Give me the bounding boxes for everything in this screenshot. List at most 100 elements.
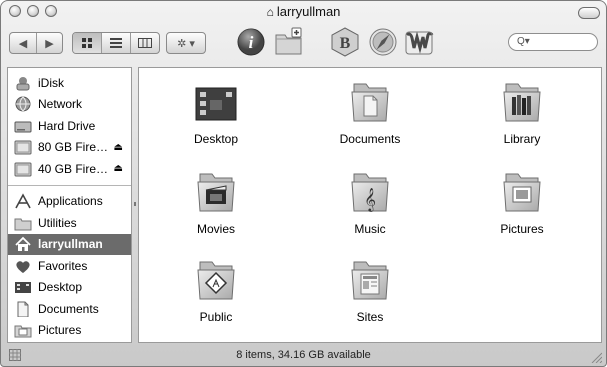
sidebar-item-label: Network (38, 97, 83, 111)
sidebar-item-label: Utilities (38, 215, 77, 230)
sidebar-item-label: Applications (38, 194, 103, 208)
svg-text:i: i (249, 33, 254, 52)
forward-button[interactable]: ▶ (37, 33, 62, 53)
new-folder-icon[interactable] (273, 26, 305, 58)
sites-folder-icon (351, 261, 389, 300)
safari-icon[interactable] (367, 26, 399, 58)
public-folder-icon (197, 261, 235, 300)
icon-view-button[interactable] (73, 33, 102, 53)
sidebar-item-80-gb-fire[interactable]: 80 GB Fire… ⏏ (8, 137, 131, 158)
sidebar-item-label: Hard Drive (38, 118, 96, 133)
folder-music[interactable]: 𝄞 Music (315, 170, 425, 236)
icon-view-icon (82, 38, 92, 48)
sidebar-item-favorites[interactable]: Favorites (8, 255, 131, 276)
eject-icon[interactable]: ⏏ (114, 142, 123, 153)
folder-label: Pictures (500, 222, 544, 236)
list-view-icon (110, 38, 122, 48)
resize-grip-icon[interactable] (590, 351, 602, 363)
pictures-icon (14, 325, 32, 338)
folder-desktop[interactable]: Desktop (161, 80, 271, 146)
bbedit-icon[interactable]: B (329, 26, 361, 58)
gear-icon: ✲ ▾ (177, 37, 195, 50)
folder-label: Music (354, 222, 386, 236)
sidebar-item-label: larryullman (38, 237, 103, 251)
folder-label: Movies (196, 222, 235, 236)
sidebar-item-applications[interactable]: Applications (8, 191, 131, 212)
firewire-drive-icon (14, 140, 32, 155)
view-mode-control (72, 32, 160, 54)
home-icon: ⌂ (266, 5, 274, 19)
sidebar-item-label: iDisk (38, 75, 64, 90)
sidebar-item-documents[interactable]: Documents (8, 298, 131, 319)
heart-icon (16, 260, 30, 273)
search-field[interactable]: Q▾ (508, 33, 598, 51)
splitter-handle[interactable] (134, 202, 136, 206)
sidebar-item-larryullman[interactable]: larryullman (8, 233, 131, 255)
applications-icon (15, 193, 31, 209)
window-title: ⌂ larryullman (1, 4, 606, 19)
folder-label: Public (199, 310, 233, 324)
sidebar-item-label: 40 GB Fire… (38, 161, 109, 176)
folder-label: Documents (339, 132, 401, 146)
toolbar: ◀ ▶ ✲ ▾ i B Q▾ (1, 23, 606, 63)
sidebar-item-network[interactable]: Network (8, 94, 131, 115)
folder-pictures[interactable]: Pictures (467, 170, 577, 236)
sidebar-item-label: Desktop (38, 280, 83, 294)
sidebar-item-pictures[interactable]: Pictures (8, 320, 131, 341)
documents-icon (17, 301, 29, 317)
svg-text:𝄞: 𝄞 (364, 187, 376, 212)
icon-view-area: Desktop Documents Library Movies 𝄞 Music Pictu… (138, 67, 602, 343)
window-title-text: larryullman (276, 4, 341, 19)
status-bar: 8 items, 34.16 GB available (1, 344, 606, 366)
sidebar-item-label: 80 GB Fire… (38, 140, 109, 154)
sidebar-divider (8, 184, 131, 186)
folder-library[interactable]: Library (467, 80, 577, 146)
toolbar-toggle-button[interactable] (578, 7, 600, 19)
folder-documents[interactable]: Documents (315, 80, 425, 146)
column-view-icon (138, 38, 152, 48)
eject-icon[interactable]: ⏏ (114, 163, 123, 174)
get-info-icon[interactable]: i (235, 26, 267, 58)
back-forward-control: ◀ ▶ (9, 32, 63, 54)
folder-label: Library (503, 132, 541, 146)
firewire-drive-icon (14, 162, 32, 176)
back-arrow-icon: ◀ (18, 37, 28, 50)
folder-sites[interactable]: Sites (315, 258, 425, 324)
column-view-button[interactable] (131, 33, 159, 53)
word-icon[interactable] (403, 26, 435, 58)
search-icon: Q▾ (517, 36, 530, 47)
sidebar-item-utilities[interactable]: Utilities (8, 212, 131, 233)
desktop-folder-icon (195, 87, 237, 121)
hard-drive-icon (14, 121, 32, 132)
sidebar-item-label: Documents (38, 301, 99, 316)
documents-folder-icon (351, 83, 389, 122)
pictures-folder-icon (503, 173, 541, 212)
sidebar: iDisk Network Hard Drive 80 GB Fire… ⏏ 40 GB … (7, 67, 132, 343)
sidebar-item-label: Favorites (38, 258, 88, 273)
sidebar-item-hard-drive[interactable]: Hard Drive (8, 115, 131, 136)
desktop-icon (15, 282, 31, 293)
list-view-button[interactable] (102, 33, 131, 53)
folder-icon (14, 218, 32, 230)
back-button[interactable]: ◀ (10, 33, 37, 53)
folder-movies[interactable]: Movies (161, 170, 271, 236)
svg-text:B: B (340, 35, 351, 52)
library-folder-icon (503, 83, 541, 122)
title-bar: ⌂ larryullman (1, 1, 606, 23)
status-text: 8 items, 34.16 GB available (236, 349, 371, 361)
home-icon (15, 236, 31, 251)
folder-label: Sites (356, 310, 384, 324)
sidebar-item-label: Pictures (38, 323, 82, 337)
action-menu-button[interactable]: ✲ ▾ (166, 32, 206, 54)
music-folder-icon: 𝄞 (351, 173, 389, 212)
sidebar-item-desktop[interactable]: Desktop (8, 277, 131, 298)
folder-label: Desktop (193, 132, 239, 146)
folder-public[interactable]: Public (161, 258, 271, 324)
network-icon (15, 96, 31, 112)
movies-folder-icon (197, 173, 235, 212)
forward-arrow-icon: ▶ (45, 37, 54, 50)
idisk-icon (16, 76, 30, 90)
sidebar-item-idisk[interactable]: iDisk (8, 72, 131, 93)
finder-window: ⌂ larryullman ◀ ▶ ✲ ▾ i B Q▾ iDisk Netwo… (0, 0, 607, 367)
sidebar-item-40-gb-fire[interactable]: 40 GB Fire… ⏏ (8, 158, 131, 179)
